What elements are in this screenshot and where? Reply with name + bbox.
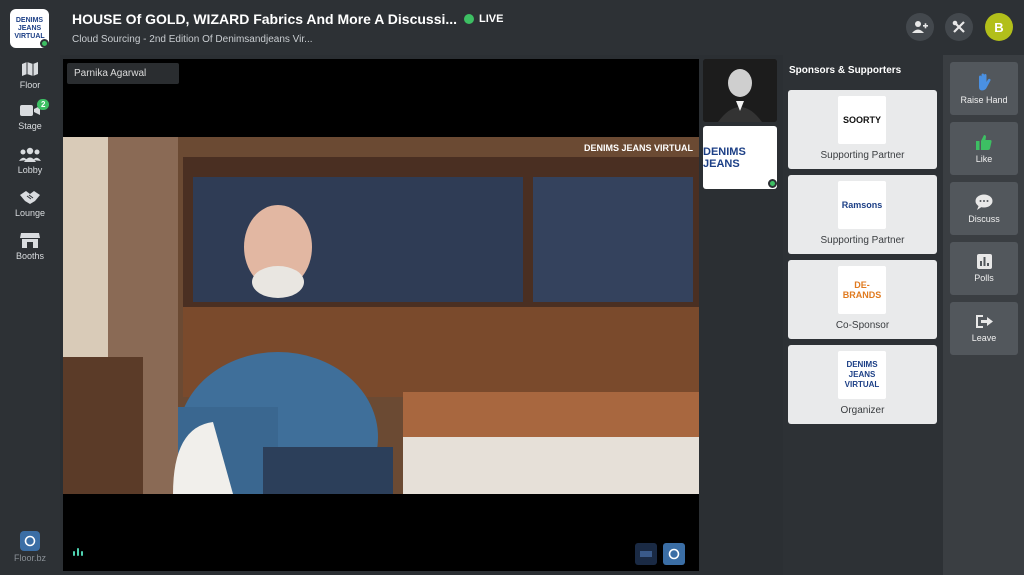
participant-tile-host[interactable]	[703, 59, 777, 122]
sponsor-logo: DE-BRANDS	[838, 266, 886, 314]
raise-hand-label: Raise Hand	[960, 94, 1008, 105]
event-logo-text: DENIMS JEANS VIRTUAL	[14, 16, 45, 40]
platform-brand[interactable]: Floor.bz	[0, 531, 60, 563]
action-panel: Raise Hand Like Discuss Polls Leave	[943, 55, 1024, 575]
exit-icon	[975, 315, 993, 328]
sponsor-card[interactable]: SOORTY Supporting Partner	[788, 90, 937, 169]
left-navigation: Floor 2 Stage Lobby Lounge Booths Floor.…	[0, 55, 60, 575]
live-indicator: LIVE	[464, 13, 503, 25]
thumbs-up-icon	[976, 134, 992, 150]
sponsor-logo: DENIMS JEANS VIRTUAL	[838, 351, 886, 399]
like-label: Like	[975, 153, 993, 164]
add-person-icon	[912, 21, 928, 33]
sponsor-label: Supporting Partner	[820, 235, 905, 246]
sponsor-card[interactable]: Ramsons Supporting Partner	[788, 175, 937, 254]
participant-tile-organizer[interactable]: DENIMS JEANS	[703, 126, 777, 189]
stage-count-badge: 2	[37, 99, 50, 110]
chat-bubble-icon	[975, 194, 993, 210]
map-icon	[22, 62, 38, 76]
add-person-button[interactable]	[906, 13, 934, 41]
platform-brand-label: Floor.bz	[13, 553, 46, 563]
event-app: DENIMS JEANS VIRTUAL HOUSE Of GOLD, WIZA…	[0, 0, 1024, 575]
sponsor-logo: SOORTY	[838, 96, 886, 144]
video-frame: DENIMS JEANS VIRTUAL	[63, 137, 699, 494]
discuss-button[interactable]: Discuss	[950, 182, 1018, 235]
session-title: HOUSE Of GOLD, WIZARD Fabrics And More A…	[72, 11, 458, 27]
nav-label-booths: Booths	[15, 251, 45, 261]
raise-hand-button[interactable]: Raise Hand	[950, 62, 1018, 115]
participant-video-image	[703, 59, 777, 122]
sponsor-card[interactable]: DENIMS JEANS VIRTUAL Organizer	[788, 345, 937, 424]
top-bar: DENIMS JEANS VIRTUAL HOUSE Of GOLD, WIZA…	[0, 0, 1024, 55]
tools-icon	[952, 20, 965, 33]
like-button[interactable]: Like	[950, 122, 1018, 175]
polls-button[interactable]: Polls	[950, 242, 1018, 295]
people-group-icon	[19, 147, 41, 162]
nav-item-lobby[interactable]: Lobby	[0, 147, 60, 187]
nav-item-booths[interactable]: Booths	[0, 232, 60, 272]
live-dot-icon	[464, 14, 474, 24]
floor-bz-logo-icon	[20, 531, 40, 551]
sponsors-title: Sponsors & Supporters	[789, 65, 902, 76]
sponsor-label: Supporting Partner	[820, 150, 905, 161]
live-label: LIVE	[479, 13, 504, 25]
audio-level-icon	[73, 548, 83, 556]
main-video-player[interactable]: Parnika Agarwal DENIMS JEANS VIRTUAL	[63, 59, 699, 571]
participant-logo-text: DENIMS JEANS	[703, 145, 746, 170]
sponsor-label: Co-Sponsor	[835, 320, 890, 331]
nav-label-floor: Floor	[19, 80, 41, 90]
nav-item-stage[interactable]: 2 Stage	[0, 99, 60, 143]
leave-label: Leave	[971, 333, 997, 343]
handshake-icon	[20, 191, 40, 204]
nav-item-lounge[interactable]: Lounge	[0, 189, 60, 229]
speaker-video-image	[63, 137, 699, 494]
floor-bz-video-icon[interactable]	[663, 543, 685, 565]
discuss-label: Discuss	[968, 213, 1000, 224]
user-avatar[interactable]: B	[985, 13, 1013, 41]
speaker-name-tag: Parnika Agarwal	[67, 63, 179, 84]
leave-button[interactable]: Leave	[950, 302, 1018, 355]
session-subtitle: Cloud Sourcing - 2nd Edition Of Denimsan…	[72, 34, 313, 45]
booth-store-icon	[20, 233, 40, 248]
participant-online-dot	[768, 179, 777, 188]
sponsor-logo: Ramsons	[838, 181, 886, 229]
sponsor-label: Organizer	[840, 405, 885, 416]
sponsor-card[interactable]: DE-BRANDS Co-Sponsor	[788, 260, 937, 339]
bar-chart-icon	[976, 254, 992, 269]
video-brand-icon	[635, 543, 657, 565]
tools-button[interactable]	[945, 13, 973, 41]
nav-label-stage: Stage	[18, 121, 42, 131]
nav-item-floor[interactable]: Floor	[0, 61, 60, 101]
nav-label-lobby: Lobby	[17, 165, 43, 175]
video-watermark: DENIMS JEANS VIRTUAL	[583, 143, 693, 153]
sponsors-panel: Sponsors & Supporters SOORTY Supporting …	[783, 55, 943, 575]
nav-label-lounge: Lounge	[14, 208, 46, 218]
raise-hand-icon	[979, 73, 991, 90]
polls-label: Polls	[974, 273, 994, 283]
online-status-dot	[40, 39, 49, 48]
